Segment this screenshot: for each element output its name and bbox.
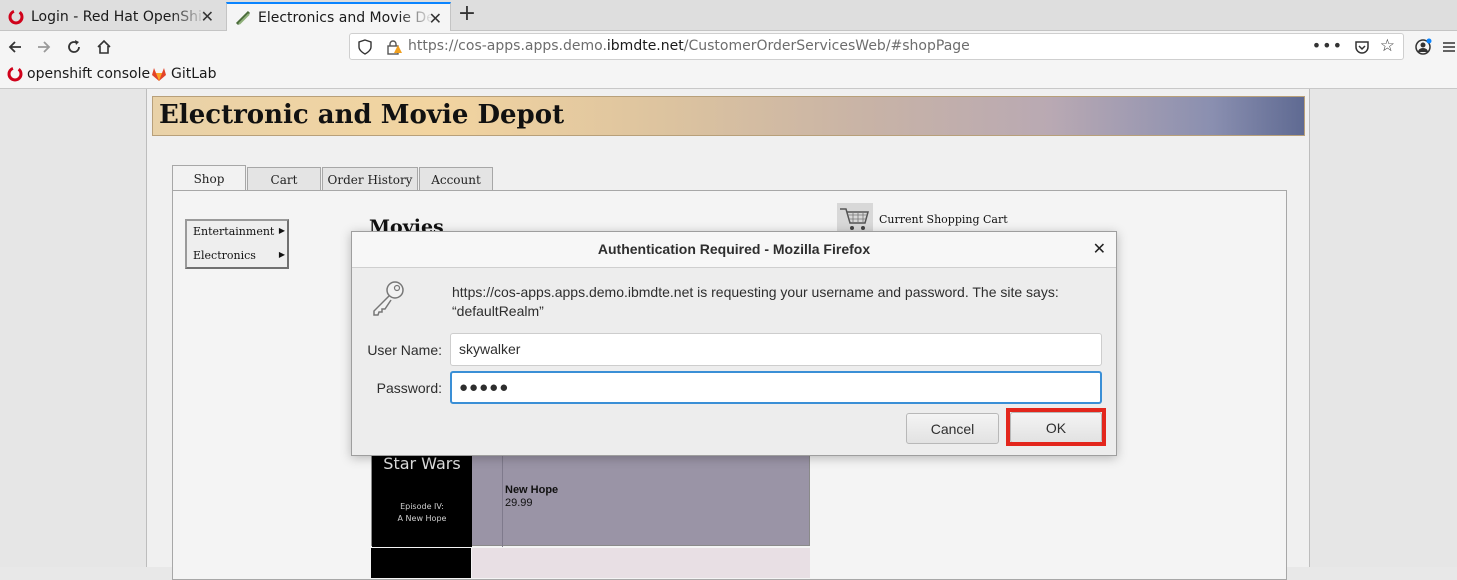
bookmark-openshift-console[interactable]: openshift console: [7, 66, 150, 82]
password-value: ●●●●●: [459, 379, 510, 396]
hamburger-menu-icon[interactable]: [1440, 35, 1457, 59]
ok-highlight-box: [1006, 408, 1106, 446]
tab-order-history[interactable]: Order History: [322, 167, 418, 191]
product-price: 29.99: [505, 497, 533, 509]
movie-poster-next[interactable]: [371, 548, 471, 578]
chevron-right-icon: ▶: [278, 250, 285, 259]
password-field[interactable]: ●●●●●: [450, 371, 1102, 404]
gitlab-icon: [151, 66, 167, 82]
divider: [502, 454, 503, 547]
category-menu: Entertainment ▶ Electronics ▶: [185, 219, 289, 269]
username-label: User Name:: [367, 342, 442, 358]
reload-icon[interactable]: [62, 35, 86, 59]
site-title: Electronic and Movie Depot: [159, 100, 565, 130]
category-electronics[interactable]: Electronics ▶: [193, 249, 285, 262]
category-label: Entertainment: [193, 225, 275, 238]
product-name[interactable]: New Hope: [505, 484, 558, 496]
tab-cart[interactable]: Cart: [247, 167, 321, 191]
site-favicon-icon: [235, 10, 251, 26]
bookmark-label: GitLab: [171, 66, 217, 82]
password-label: Password:: [376, 380, 442, 396]
close-icon[interactable]: ✕: [429, 9, 442, 28]
current-cart-label[interactable]: Current Shopping Cart: [879, 213, 1008, 226]
openshift-icon: [8, 9, 24, 25]
tab-account[interactable]: Account: [419, 167, 493, 191]
account-icon[interactable]: [1411, 35, 1435, 59]
dialog-title: Authentication Required - Mozilla Firefo…: [597, 241, 871, 257]
lock-warning-icon[interactable]: [386, 39, 402, 59]
browser-tab-openshift-login[interactable]: Login - Red Hat OpenShift ✕: [0, 2, 222, 31]
url-bar[interactable]: https://cos-apps.apps.demo.ibmdte.net/Cu…: [349, 33, 1404, 60]
tab-shop[interactable]: Shop: [172, 165, 246, 192]
bookmarks-toolbar: openshift console GitLab: [0, 62, 1457, 89]
new-tab-button[interactable]: +: [455, 3, 479, 27]
page-actions-icon[interactable]: •••: [1312, 36, 1343, 55]
bookmark-label: openshift console: [27, 66, 151, 82]
tab-strip: Login - Red Hat OpenShift ✕ Electronics …: [0, 0, 1457, 31]
product-row-next[interactable]: [472, 548, 810, 578]
key-icon: [369, 278, 409, 318]
movie-poster[interactable]: Star Wars Episode IV: A New Hope: [372, 454, 472, 547]
bookmark-gitlab[interactable]: GitLab: [151, 66, 217, 82]
shopping-cart-icon: [837, 203, 873, 233]
site-banner: Electronic and Movie Depot: [152, 96, 1305, 136]
browser-tab-electronics-depot[interactable]: Electronics and Movie Depot ✕: [226, 2, 451, 31]
pocket-icon[interactable]: [1354, 39, 1370, 59]
poster-title: Star Wars: [383, 454, 461, 473]
poster-subtitle: Episode IV: A New Hope: [397, 502, 447, 523]
close-icon[interactable]: ✕: [201, 7, 214, 26]
dialog-message: https://cos-apps.apps.demo.ibmdte.net is…: [452, 284, 1059, 319]
url-text[interactable]: https://cos-apps.apps.demo.ibmdte.net/Cu…: [408, 38, 970, 54]
browser-tab-title: Electronics and Movie Depot: [258, 9, 433, 26]
back-icon[interactable]: [3, 35, 27, 59]
auth-dialog: Authentication Required - Mozilla Firefo…: [351, 231, 1117, 456]
cancel-button[interactable]: Cancel: [906, 413, 999, 444]
browser-tab-title: Login - Red Hat OpenShift: [31, 8, 206, 25]
product-row[interactable]: Star Wars Episode IV: A New Hope New Hop…: [371, 453, 810, 547]
shield-icon[interactable]: [358, 39, 372, 59]
openshift-icon: [7, 66, 23, 82]
chevron-right-icon: ▶: [278, 226, 285, 235]
username-field[interactable]: skywalker: [450, 333, 1102, 366]
navigation-bar: https://cos-apps.apps.demo.ibmdte.net/Cu…: [0, 31, 1457, 62]
forward-icon[interactable]: [32, 35, 56, 59]
dialog-header: Authentication Required - Mozilla Firefo…: [352, 232, 1116, 268]
category-entertainment[interactable]: Entertainment ▶: [193, 225, 285, 238]
bookmark-star-icon[interactable]: ☆: [1380, 36, 1395, 56]
home-icon[interactable]: [92, 35, 116, 59]
close-icon[interactable]: ✕: [1093, 239, 1106, 258]
category-label: Electronics: [193, 249, 256, 262]
